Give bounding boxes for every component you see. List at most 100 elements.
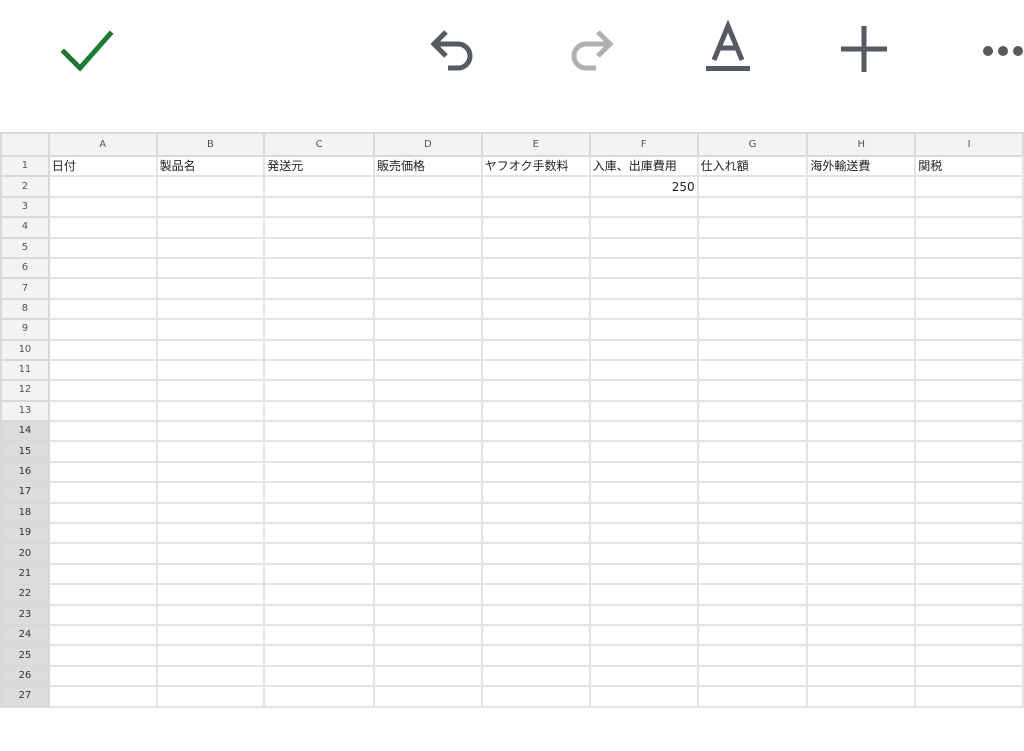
cell[interactable] [373,440,483,463]
cell[interactable] [696,399,809,423]
cell[interactable] [480,501,591,525]
cell[interactable] [373,318,483,341]
cell[interactable] [914,481,1024,504]
cell[interactable] [263,318,376,341]
cell[interactable] [588,542,699,565]
cell[interactable] [588,399,699,423]
cell[interactable]: 250 [588,175,699,198]
cell[interactable] [914,542,1024,565]
cell[interactable] [47,501,158,525]
cell[interactable] [47,623,158,647]
row-header[interactable]: 12 [0,379,50,402]
cell[interactable] [696,481,809,504]
column-header[interactable]: I [914,132,1024,157]
cell[interactable] [696,277,809,300]
cell[interactable] [588,338,699,361]
cell[interactable] [47,216,158,239]
cell[interactable] [588,420,699,443]
cell[interactable] [480,318,591,341]
cell[interactable]: 販売価格 [373,154,483,178]
cell[interactable] [806,522,917,545]
cell[interactable] [914,420,1024,443]
cell[interactable] [806,440,917,463]
cell[interactable] [263,501,376,525]
cell[interactable] [373,522,483,545]
cell[interactable] [373,664,483,688]
cell[interactable]: 仕入れ額 [696,154,809,178]
cell[interactable] [914,277,1024,300]
row-header[interactable]: 7 [0,277,50,300]
column-header[interactable]: A [47,132,158,157]
row-header[interactable]: 1 [0,154,50,178]
cell[interactable] [480,583,591,606]
row-header[interactable]: 9 [0,318,50,341]
cell[interactable] [480,358,591,382]
cell[interactable] [806,297,917,321]
cell[interactable] [480,216,591,239]
cell[interactable] [373,644,483,667]
column-header[interactable]: H [806,132,917,157]
cell[interactable] [696,420,809,443]
row-header[interactable]: 5 [0,236,50,259]
cell[interactable] [588,623,699,647]
cell[interactable] [155,481,266,504]
cell[interactable] [588,195,699,219]
cell[interactable] [480,297,591,321]
cell[interactable] [588,603,699,627]
cell[interactable] [914,603,1024,627]
cell[interactable] [480,420,591,443]
cell[interactable] [806,460,917,484]
cell[interactable] [588,379,699,402]
cell[interactable]: 関税 [914,154,1024,178]
cell[interactable] [914,460,1024,484]
cell[interactable] [806,236,917,259]
cell[interactable] [696,664,809,688]
cell[interactable] [806,603,917,627]
column-header[interactable]: E [480,132,591,157]
cell[interactable] [263,420,376,443]
cell[interactable] [155,685,266,708]
cell[interactable] [373,256,483,280]
cell[interactable] [155,583,266,606]
cell[interactable] [47,644,158,667]
cell[interactable] [480,644,591,667]
cell[interactable] [806,685,917,708]
cell[interactable] [263,562,376,586]
cell[interactable] [588,277,699,300]
cell[interactable] [480,236,591,259]
row-header[interactable]: 8 [0,297,50,321]
row-header[interactable]: 18 [0,501,50,525]
cell[interactable] [914,338,1024,361]
row-header[interactable]: 17 [0,481,50,504]
row-header[interactable]: 13 [0,399,50,423]
cell[interactable] [806,195,917,219]
cell[interactable] [588,644,699,667]
cell[interactable] [696,297,809,321]
cell[interactable] [914,379,1024,402]
row-header[interactable]: 6 [0,256,50,280]
cell[interactable] [155,338,266,361]
cell[interactable] [480,277,591,300]
cell[interactable] [914,501,1024,525]
text-format-button[interactable] [696,16,760,80]
cell[interactable] [806,501,917,525]
cell[interactable] [155,664,266,688]
cell[interactable] [263,460,376,484]
cell[interactable] [155,501,266,525]
cell[interactable] [914,195,1024,219]
cell[interactable] [47,481,158,504]
cell[interactable] [263,175,376,198]
insert-button[interactable] [832,16,896,80]
cell[interactable]: 日付 [47,154,158,178]
cell[interactable] [47,236,158,259]
cell[interactable] [47,440,158,463]
cell[interactable] [480,522,591,545]
cell[interactable] [806,399,917,423]
cell[interactable] [806,583,917,606]
cell[interactable] [806,216,917,239]
cell[interactable] [47,583,158,606]
cell[interactable] [480,256,591,280]
row-header[interactable]: 15 [0,440,50,463]
cell[interactable] [155,318,266,341]
cell[interactable] [914,644,1024,667]
